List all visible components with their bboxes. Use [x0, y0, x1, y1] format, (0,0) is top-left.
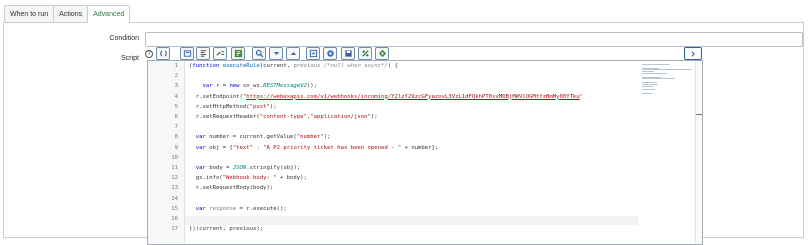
code-line: r.setEndpoint("https://webexapis.com/v1/… — [189, 93, 584, 100]
line-number: 2 — [174, 73, 178, 80]
line-number: 4 — [174, 93, 178, 100]
toggle-syntax-icon[interactable] — [358, 47, 372, 60]
condition-label: Condition — [109, 35, 139, 42]
code-line: var obj = {"text" : "A P2 priority ticke… — [195, 144, 439, 151]
code-line: gs.info("Webhook body: " + body); — [189, 175, 307, 182]
condition-input[interactable] — [145, 32, 803, 47]
tab-when-to-run[interactable]: When to run — [4, 5, 55, 23]
script-debugger-icon[interactable] — [323, 47, 337, 60]
expand-button[interactable] — [684, 47, 702, 60]
line-number: 8 — [174, 134, 178, 141]
minimap-line — [642, 64, 670, 65]
line-number: 13 — [171, 185, 178, 192]
find-previous-icon[interactable] — [286, 47, 300, 60]
script-label: Script — [121, 55, 139, 62]
tab-advanced[interactable]: Advanced — [87, 5, 131, 23]
line-number: 10 — [171, 154, 178, 161]
fullscreen-icon[interactable] — [375, 47, 389, 60]
code-line: })(current, previous); — [189, 226, 264, 233]
format-icon[interactable] — [231, 47, 245, 60]
format-code-icon[interactable] — [180, 47, 194, 60]
code-line: r.setHttpMethod("post"); — [189, 103, 277, 110]
line-number: 6 — [174, 114, 178, 120]
code-line: (function executeRule(current, previous … — [189, 63, 398, 69]
tab-actions[interactable]: Actions — [53, 5, 89, 23]
line-number: 12 — [171, 175, 178, 182]
minimap-line — [642, 73, 668, 74]
minimap-line — [642, 78, 676, 80]
vertical-scrollbar[interactable] — [695, 61, 702, 244]
line-number: 14 — [171, 195, 178, 202]
uncomment-icon[interactable] — [213, 47, 227, 60]
active-line-highlight — [185, 216, 638, 225]
code-line: r.setRequestHeader("content-type","appli… — [189, 114, 378, 120]
code-line: r.setRequestBody(body); — [189, 185, 274, 192]
toggle-comment-icon[interactable] — [156, 47, 170, 60]
line-number: 7 — [174, 124, 178, 131]
line-number: 15 — [171, 205, 178, 212]
minimap-line — [642, 92, 652, 94]
minimap-line — [642, 89, 656, 91]
code-line: var response = r.execute(); — [195, 205, 287, 212]
line-number: 17 — [171, 226, 178, 233]
line-number: 1 — [174, 63, 178, 69]
save-icon[interactable] — [341, 47, 355, 60]
line-number: 11 — [171, 165, 178, 171]
line-number-gutter: 1 2 3 4 5 6 7 8 9 10 11 12 13 14 15 16 17 — [148, 61, 185, 244]
code-line: var body = JSON.stringify(obj); — [195, 165, 301, 171]
minimap-line — [642, 85, 654, 87]
code-line: var number = current.getValue("number"); — [195, 134, 331, 141]
chevron-right-icon — [691, 50, 695, 57]
script-editor[interactable]: 1 2 3 4 5 6 7 8 9 10 11 12 13 14 15 16 17 (function exec… — [147, 60, 703, 245]
code-line: var r = new sn_ws.RESTMessageV2(); — [202, 83, 318, 90]
line-number: 9 — [174, 144, 178, 151]
line-number: 16 — [171, 216, 178, 222]
line-number: 5 — [174, 103, 178, 110]
line-number: 3 — [174, 83, 178, 90]
code-minimap[interactable] — [638, 61, 696, 244]
help-icon[interactable]: ? — [145, 50, 153, 58]
find-next-icon[interactable] — [269, 47, 283, 60]
tab-bar: When to run Actions Advanced — [4, 5, 131, 23]
comment-icon[interactable] — [196, 47, 210, 60]
advanced-panel: Condition Script ? 123456 7 8 9 10 11 12… — [3, 22, 804, 245]
search-icon[interactable] — [252, 47, 266, 60]
replace-icon[interactable] — [306, 47, 320, 60]
